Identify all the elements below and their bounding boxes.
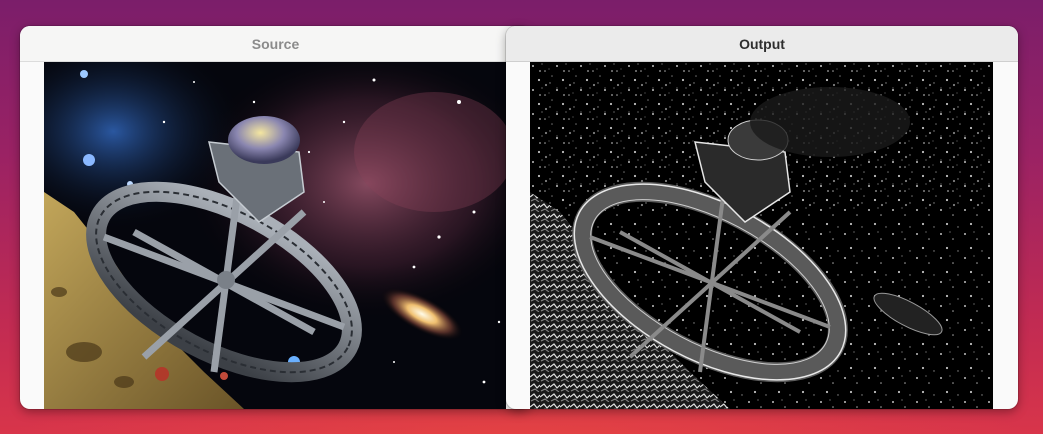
source-image [44,62,506,409]
output-titlebar[interactable]: Output [506,26,1018,62]
source-window[interactable]: Source [20,26,531,409]
output-window-title: Output [739,35,785,52]
output-window[interactable]: Output [506,26,1018,409]
output-image [530,62,993,409]
emboss-filter-image [530,62,993,409]
source-titlebar[interactable]: Source [20,26,531,62]
space-station-image [44,62,506,409]
source-window-title: Source [251,35,300,52]
